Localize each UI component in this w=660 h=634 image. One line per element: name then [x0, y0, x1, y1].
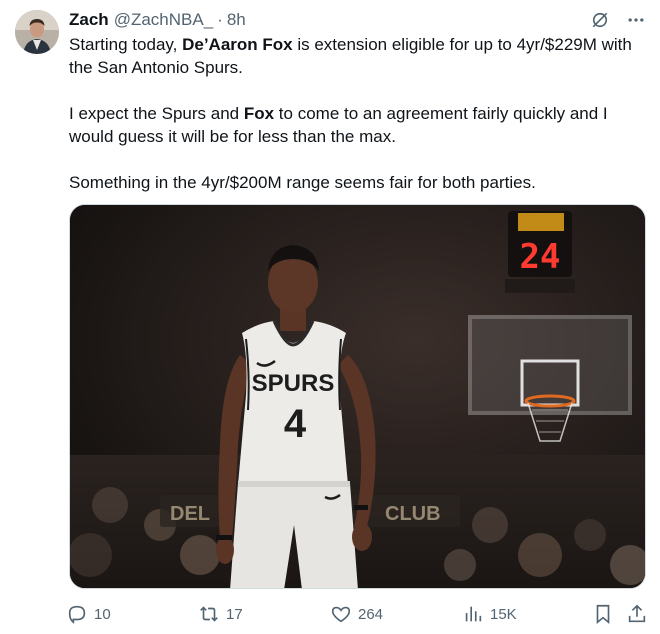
repost-button[interactable]: 17 [198, 601, 243, 627]
views-icon [465, 606, 482, 622]
timestamp[interactable]: 8h [227, 10, 246, 30]
top-actions [590, 10, 646, 30]
bookmark-button[interactable] [592, 601, 614, 627]
tweet-actions: 10 17 264 15K [66, 601, 650, 627]
banner-text-left: DEL [170, 503, 210, 525]
tweet-header: Zach @ZachNBA_ · 8h [69, 9, 246, 31]
like-icon [331, 606, 351, 623]
jersey-team-text: SPURS [252, 370, 335, 397]
share-button[interactable] [626, 601, 648, 627]
repost-count: 17 [226, 605, 243, 623]
reply-button[interactable]: 10 [66, 601, 111, 627]
tweet-text: Starting today, De’Aaron Fox is extensio… [69, 33, 649, 194]
separator: · [217, 10, 223, 29]
like-button[interactable]: 264 [330, 601, 383, 627]
more-icon[interactable] [626, 10, 646, 30]
author-name[interactable]: Zach [69, 10, 109, 30]
grok-icon[interactable] [590, 10, 610, 30]
tweet[interactable]: Zach @ZachNBA_ · 8h Starting today, De’A… [0, 0, 660, 634]
paragraph-2: I expect the Spurs and Fox to come to an… [69, 104, 608, 146]
paragraph-3: Something in the 4yr/$200M range seems f… [69, 173, 536, 192]
jersey-number-text: 4 [284, 402, 307, 446]
avatar[interactable] [15, 10, 59, 54]
shot-clock-readout: 24 [520, 237, 561, 277]
like-count: 264 [358, 605, 384, 623]
tweet-photo[interactable]: DEL CLUB 24 SPURS 4 [69, 204, 646, 589]
reply-count: 10 [94, 605, 111, 623]
repost-icon [200, 606, 218, 622]
bookmark-icon [596, 604, 610, 625]
author-handle[interactable]: @ZachNBA_ [114, 10, 213, 30]
mention-highlight: Fox [243, 104, 275, 123]
views-count: 15K [490, 605, 517, 623]
share-icon [628, 604, 646, 623]
banner-text-right: CLUB [385, 503, 441, 525]
paragraph-1: Starting today, De’Aaron Fox is extensio… [69, 35, 632, 77]
views-button[interactable]: 15K [462, 601, 517, 627]
reply-icon [68, 605, 86, 624]
mention-highlight: De’Aaron Fox [182, 35, 293, 54]
